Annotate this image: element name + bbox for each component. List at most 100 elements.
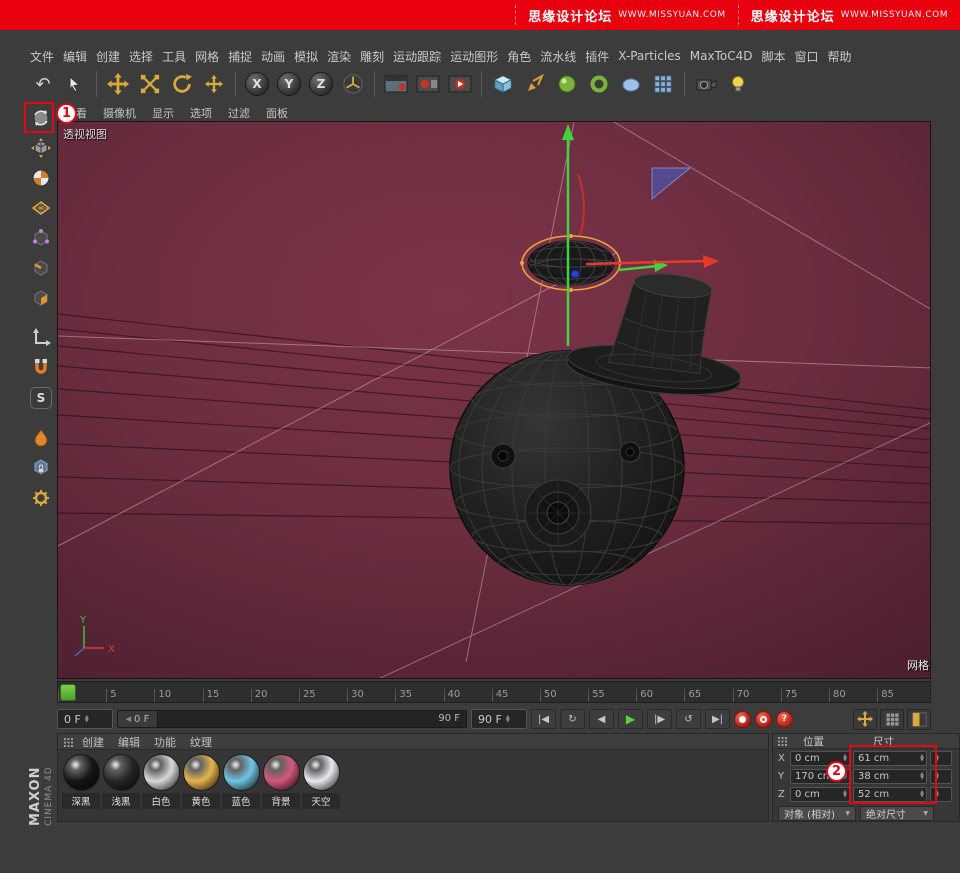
mat-menu-texture[interactable]: 纹理 [190,734,212,750]
menu-simulate[interactable]: 模拟 [294,48,318,65]
record-scale-icon[interactable] [907,709,931,730]
menu-edit[interactable]: 编辑 [63,48,87,65]
render-queue-icon[interactable] [445,69,475,99]
field-spinner[interactable]: ▲▼ [843,790,847,799]
step-forward-button[interactable]: |▶ [647,709,672,729]
previous-frame-button[interactable]: ◀ [589,709,614,729]
menu-xparticles[interactable]: X-Particles [618,49,681,63]
range-slider-grip[interactable]: ◀ 0 F [118,711,158,727]
menu-snap[interactable]: 捕捉 [228,48,252,65]
vp-menu-panel[interactable]: 面板 [266,105,288,121]
menu-window[interactable]: 窗口 [795,48,819,65]
timeline-ruler[interactable]: 0 5 10 15 20 25 30 35 40 45 50 55 60 65 … [57,681,931,703]
material-item[interactable]: 背景 [262,754,300,809]
render-settings-icon[interactable] [413,69,443,99]
frame-spinner[interactable]: ▲▼ [506,715,510,724]
field-spinner[interactable]: ▲▼ [843,754,847,763]
undo-icon[interactable]: ↶ [28,69,58,99]
timeline-playhead[interactable] [60,684,76,701]
menu-select[interactable]: 选择 [129,48,153,65]
record-position-icon[interactable] [853,709,877,730]
magnet-icon[interactable] [27,354,55,381]
material-item[interactable]: 蓝色 [222,754,260,809]
material-preview[interactable] [143,754,180,791]
model-mode-icon[interactable] [27,134,55,161]
x-axis-lock-button[interactable]: X [245,72,269,96]
deformer-icon[interactable] [616,69,646,99]
material-item[interactable]: 天空 [302,754,340,809]
material-preview[interactable] [63,754,100,791]
frame-spinner[interactable]: ▲▼ [85,715,89,724]
end-frame-field[interactable]: 90 F ▲▼ [471,709,527,729]
menu-create[interactable]: 创建 [96,48,120,65]
texture-mode-icon[interactable] [27,164,55,191]
polygons-mode-icon[interactable] [27,284,55,311]
record-grid-icon[interactable] [880,709,904,730]
paint-icon[interactable] [27,424,55,451]
menu-help[interactable]: 帮助 [828,48,852,65]
menu-pipeline[interactable]: 流水线 [540,48,576,65]
last-tool-icon[interactable] [199,69,229,99]
material-item[interactable]: 深黑 [62,754,100,809]
generator-ring-icon[interactable] [584,69,614,99]
material-item[interactable]: 白色 [142,754,180,809]
menu-character[interactable]: 角色 [507,48,531,65]
menu-maxtoc4d[interactable]: MaxToC4D [690,49,753,63]
menu-render[interactable]: 渲染 [327,48,351,65]
axis-mode-icon[interactable] [27,324,55,351]
loop-button[interactable]: ↻ [560,709,585,729]
material-preview[interactable] [223,754,260,791]
live-selection-icon[interactable] [60,69,90,99]
menu-mesh[interactable]: 网格 [195,48,219,65]
menu-file[interactable]: 文件 [30,48,54,65]
mograph-grid-icon[interactable] [648,69,678,99]
snap-icon[interactable]: S [30,387,52,409]
material-item[interactable]: 浅黑 [102,754,140,809]
mat-menu-create[interactable]: 创建 [82,734,104,750]
z-axis-lock-button[interactable]: Z [309,72,333,96]
edges-mode-icon[interactable] [27,254,55,281]
camera-icon[interactable] [691,69,721,99]
material-preview[interactable] [303,754,340,791]
rotate-tool-icon[interactable] [167,69,197,99]
menu-animate[interactable]: 动画 [261,48,285,65]
menu-script[interactable]: 脚本 [762,48,786,65]
coord-mode-dropdown[interactable]: 对象 (相对) ▼ [778,806,856,821]
mat-menu-function[interactable]: 功能 [154,734,176,750]
locked-layer-icon[interactable] [27,454,55,481]
play-button[interactable]: ▶ [618,709,643,729]
vp-menu-cameras[interactable]: 摄像机 [103,105,136,121]
workplane-mode-icon[interactable] [27,194,55,221]
cube-primitive-icon[interactable] [488,69,518,99]
menu-tools[interactable]: 工具 [162,48,186,65]
y-axis-lock-button[interactable]: Y [277,72,301,96]
point-handle[interactable] [571,270,579,278]
menu-sculpt[interactable]: 雕刻 [360,48,384,65]
go-to-end-button[interactable]: ▶| [705,709,730,729]
record-keyframe-button[interactable] [734,711,751,728]
keyframe-options-button[interactable]: ? [776,711,793,728]
material-item[interactable]: 黄色 [182,754,220,809]
gear-icon[interactable] [27,484,55,511]
frame-range-slider[interactable]: ◀ 0 F 90 F [117,710,467,728]
menu-plugins[interactable]: 插件 [585,48,609,65]
menu-mograph[interactable]: 运动图形 [450,48,498,65]
current-frame-field[interactable]: 0 F ▲▼ [57,709,113,729]
vp-menu-display[interactable]: 显示 [152,105,174,121]
material-preview[interactable] [263,754,300,791]
perspective-viewport[interactable]: Y X 透视视图 网格 [57,121,931,679]
go-to-start-button[interactable]: |◀ [531,709,556,729]
size-mode-dropdown[interactable]: 绝对尺寸 ▼ [860,806,934,821]
render-view-icon[interactable] [381,69,411,99]
coordinate-system-icon[interactable] [338,69,368,99]
viewport-label[interactable]: 透视视图 [63,126,107,142]
light-icon[interactable] [723,69,753,99]
menu-motion-tracker[interactable]: 运动跟踪 [393,48,441,65]
scale-tool-icon[interactable] [135,69,165,99]
vp-menu-options[interactable]: 选项 [190,105,212,121]
mat-menu-edit[interactable]: 编辑 [118,734,140,750]
viewport-scene[interactable]: Y X [58,122,931,679]
subdivision-surface-icon[interactable] [552,69,582,99]
material-preview[interactable] [183,754,220,791]
loop-back-button[interactable]: ↺ [676,709,701,729]
